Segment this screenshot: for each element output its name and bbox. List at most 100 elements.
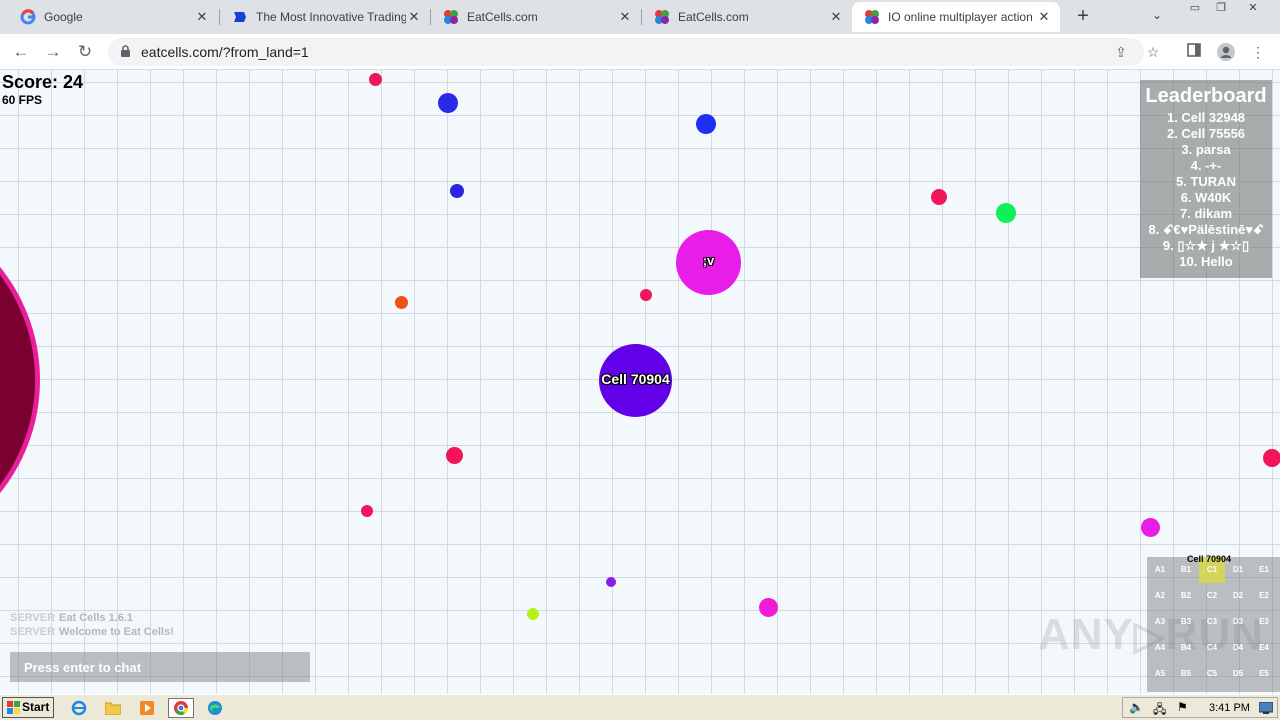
tab-title: EatCells.com [678, 10, 749, 24]
minimap-sector: C2 [1206, 591, 1218, 600]
food-pellet [446, 447, 463, 464]
leaderboard-item: 4. -+- [1190, 158, 1222, 173]
large-enemy-cell [0, 200, 40, 560]
tab-eatcells-2[interactable]: EatCells.com ✕ [642, 2, 852, 32]
address-bar[interactable]: eatcells.com/?from_land=1 ⇪ ☆ [108, 38, 1159, 66]
close-tab-icon[interactable]: ✕ [1036, 9, 1052, 25]
media-player-icon[interactable] [136, 698, 158, 718]
minimap-player-label: Cell 70904 [1186, 554, 1232, 564]
score-text: Score: 24 [2, 72, 84, 92]
minimize-icon[interactable]: ▭ [1184, 1, 1206, 15]
reload-icon[interactable]: ↻ [74, 41, 96, 63]
minimap-sector: B5 [1180, 669, 1192, 678]
new-tab-button[interactable]: + [1072, 6, 1094, 28]
tab-eatcells-1[interactable]: EatCells.com ✕ [431, 2, 641, 32]
tab-google[interactable]: Google ✕ [8, 2, 218, 32]
minimap-sector: A3 [1154, 617, 1166, 626]
food-pellet [996, 203, 1016, 223]
food-pellet [395, 296, 408, 309]
food-pellet [1263, 449, 1280, 467]
eatcells-icon [654, 9, 670, 25]
enemy-cell-name: ;v [702, 253, 715, 268]
leaderboard-item: 10. Hello [1179, 254, 1233, 269]
chat-text: Welcome to Eat Cells! [59, 626, 174, 638]
tab-trading[interactable]: The Most Innovative Trading Pl ✕ [220, 2, 430, 32]
food-pellet [931, 189, 947, 205]
minimap-sector: D5 [1232, 669, 1244, 678]
clock: 3:41 PM [1209, 702, 1250, 714]
ie-icon[interactable] [68, 698, 90, 718]
leaderboard-title: Leaderboard [1145, 85, 1267, 107]
share-icon[interactable]: ⇪ [1112, 43, 1130, 61]
food-pellet [1141, 518, 1160, 537]
restore-icon[interactable]: ❐ [1210, 1, 1232, 15]
chat-log: SERVER Eat Cells 1.6.1 SERVER Welcome to E… [10, 611, 174, 639]
tab-io-game[interactable]: IO online multiplayer action ga ✕ [852, 2, 1060, 32]
taskbar: Start 🔈 🖧 ⚑ 3:41 PM [0, 694, 1280, 720]
leaderboard-item: 6. W40K [1180, 190, 1232, 205]
fps-text: 60 FPS [2, 93, 43, 107]
chat-placeholder: Press enter to chat [24, 660, 142, 675]
leaderboard-item: 1. Cell 32948 [1166, 110, 1246, 125]
leaderboard-item: 5. TURAN [1176, 174, 1236, 189]
food-pellet [640, 289, 652, 301]
minimap-sector: E5 [1259, 669, 1269, 678]
bookmark-star-icon[interactable]: ☆ [1144, 43, 1162, 61]
show-desktop-icon[interactable] [1258, 701, 1274, 719]
screen: Google ✕ The Most Innovative Trading Pl … [0, 0, 1280, 720]
chat-message: SERVER Welcome to Eat Cells! [10, 625, 174, 639]
close-tab-icon[interactable]: ✕ [828, 9, 844, 25]
game-canvas[interactable]: ;v Cell 70904 Score: 24 60 FPS Leaderboa… [0, 70, 1280, 694]
food-pellet [361, 505, 373, 517]
tab-search-chevron-icon[interactable]: ⌄ [1152, 8, 1162, 22]
minimap-sector: E4 [1259, 643, 1269, 652]
chat-sender: SERVER [10, 626, 56, 638]
flag-icon[interactable]: ⚑ [1177, 700, 1188, 714]
edge-icon[interactable] [204, 698, 226, 718]
minimap-sector: D4 [1232, 643, 1244, 652]
close-tab-icon[interactable]: ✕ [406, 9, 422, 25]
food-pellet [606, 577, 616, 587]
minimap-sector: C5 [1206, 669, 1218, 678]
back-icon[interactable]: ← [10, 41, 32, 63]
leaderboard: Leaderboard 1. Cell 32948 2. Cell 75556 … [1140, 80, 1272, 278]
minimap-sector: C3 [1206, 617, 1218, 626]
close-window-icon[interactable]: ✕ [1242, 1, 1264, 15]
food-pellet [369, 73, 382, 86]
chat-text: Eat Cells 1.6.1 [59, 612, 134, 624]
windows-logo-icon [7, 701, 20, 720]
leaderboard-item: 7. dikam [1179, 206, 1233, 221]
tab-title: The Most Innovative Trading Pl [256, 10, 406, 24]
volume-icon[interactable]: 🔈 [1129, 700, 1144, 714]
network-icon[interactable]: 🖧 [1153, 700, 1166, 720]
minimap-sector: D3 [1232, 617, 1244, 626]
food-pellet [759, 598, 778, 617]
start-button[interactable]: Start [2, 697, 54, 718]
close-tab-icon[interactable]: ✕ [194, 9, 210, 25]
minimap-sector: E2 [1259, 591, 1269, 600]
side-panel-icon[interactable] [1184, 42, 1204, 62]
minimap-sector: A5 [1154, 669, 1166, 678]
minimap-sector: E3 [1259, 617, 1269, 626]
chat-input[interactable]: Press enter to chat [10, 652, 310, 682]
player-cell-name: Cell 70904 [601, 371, 670, 387]
chat-message: SERVER Eat Cells 1.6.1 [10, 611, 174, 625]
virus-cell [408, 70, 524, 102]
leaderboard-item: 9. ▯☆★ j ★☆▯ [1162, 238, 1250, 253]
food-pellet [450, 184, 464, 198]
close-tab-icon[interactable]: ✕ [617, 9, 633, 25]
profile-avatar-icon[interactable] [1216, 42, 1236, 62]
leaderboard-item: 2. Cell 75556 [1166, 126, 1246, 141]
minimap-sector: A2 [1154, 591, 1166, 600]
minimap-sector: A4 [1154, 643, 1166, 652]
minimap-sector: D2 [1232, 591, 1244, 600]
forward-icon[interactable]: → [42, 41, 64, 63]
chrome-icon[interactable] [168, 698, 194, 718]
lock-icon [120, 45, 131, 63]
folder-icon[interactable] [102, 698, 124, 718]
food-pellet [696, 114, 716, 134]
minimap: A1 B1 C1 D1 E1 A2 B2 C2 D2 E2 A3 B3 C3 D… [1147, 557, 1280, 692]
minimap-sector: B4 [1180, 643, 1192, 652]
menu-kebab-icon[interactable]: ⋮ [1248, 42, 1268, 62]
system-tray: 🔈 🖧 ⚑ [1122, 697, 1278, 718]
